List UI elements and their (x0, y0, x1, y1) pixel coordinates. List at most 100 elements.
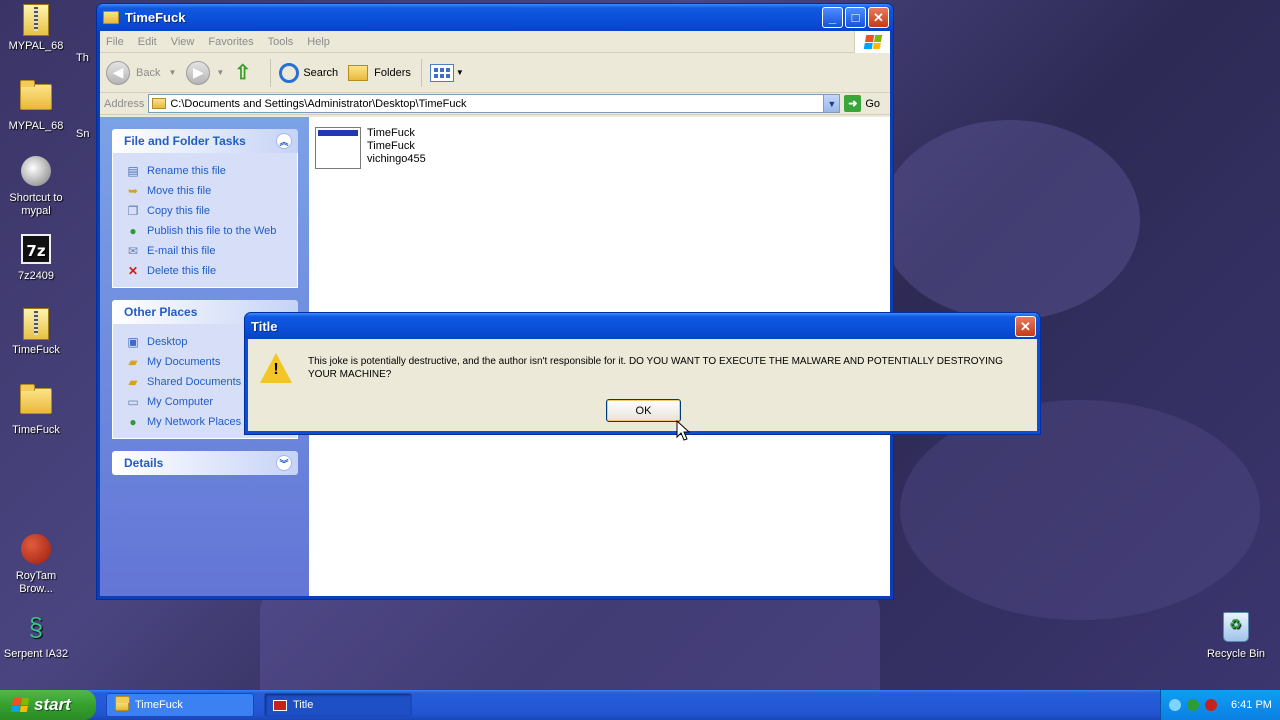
menu-edit[interactable]: Edit (138, 36, 157, 48)
globe-icon: ● (129, 224, 137, 238)
back-arrow-icon: ◀ (106, 60, 130, 85)
task-delete[interactable]: ✕ Delete this file (125, 261, 297, 281)
back-button[interactable]: ◀ Back ▼ (106, 60, 177, 85)
delete-icon: ✕ (127, 264, 139, 278)
folders-button[interactable]: Folders (348, 64, 411, 81)
desktop-icon-7z[interactable]: 7z 7z2409 (0, 234, 72, 283)
folder-icon (20, 384, 52, 414)
address-input[interactable]: C:\Documents and Settings\Administrator\… (148, 94, 841, 113)
rename-icon: ▤ (127, 164, 139, 178)
browser-icon (21, 534, 51, 564)
dialog-titlebar[interactable]: Title ✕ (245, 313, 1040, 339)
task-label: Copy this file (147, 205, 210, 217)
tray-arrow-icon[interactable] (1169, 699, 1181, 711)
task-email[interactable]: ✉ E-mail this file (125, 241, 297, 261)
up-folder-button[interactable]: ⇧ (234, 62, 260, 84)
folder-icon (20, 80, 52, 110)
file-company: vichingo455 (367, 153, 426, 165)
message-dialog: Title ✕ ! This joke is potentially destr… (244, 312, 1041, 435)
dialog-close-button[interactable]: ✕ (1015, 315, 1036, 337)
toolbar-separator (270, 58, 272, 87)
taskbar-item-title[interactable]: Title (264, 693, 412, 717)
folder-icon (152, 98, 167, 109)
collapse-icon[interactable]: ︽ (276, 133, 292, 149)
file-item-timefuck[interactable]: TimeFuck TimeFuck vichingo455 (315, 127, 426, 169)
task-rename[interactable]: ▤ Rename this file (125, 161, 297, 181)
my-documents-icon: ▰ (128, 355, 138, 369)
dialog-title: Title (251, 318, 278, 334)
network-icon: ● (129, 415, 137, 429)
menu-file[interactable]: File (106, 36, 124, 48)
desktop-icon-partial-label[interactable]: Sn (76, 128, 96, 141)
desktop-icon-label: MYPAL_68 (8, 40, 64, 52)
folders-label: Folders (374, 66, 411, 79)
serpent-icon: § (28, 612, 44, 642)
desktop-icon-mypal-zip[interactable]: MYPAL_68 (0, 4, 72, 53)
file-folder-tasks-panel: File and Folder Tasks ︽ ▤ Rename this fil… (112, 129, 298, 288)
search-button[interactable]: Search (279, 62, 339, 83)
chevron-down-icon: ▼ (216, 68, 225, 77)
menu-view[interactable]: View (171, 36, 195, 48)
maximize-button[interactable]: □ (845, 7, 866, 28)
mouse-cursor-icon (676, 420, 691, 441)
tray-network-icon[interactable] (1187, 699, 1199, 711)
windows-logo-icon (10, 698, 30, 712)
go-arrow-icon: ➜ (844, 95, 862, 112)
minimize-button[interactable]: _ (822, 7, 843, 28)
task-move[interactable]: ➥ Move this file (125, 181, 297, 201)
toolbar: ◀ Back ▼ ▶ ▼ ⇧ Search Folders ▼ (100, 53, 890, 93)
desktop-icon-label: RoyTam Brow... (15, 570, 57, 595)
toolbar-separator (420, 58, 422, 87)
desktop-icon-timefuck-zip[interactable]: TimeFuck (0, 308, 72, 357)
menu-help[interactable]: Help (307, 36, 330, 48)
place-label: My Documents (147, 356, 221, 368)
task-copy[interactable]: ❐ Copy this file (125, 201, 297, 221)
place-label: Desktop (147, 336, 188, 348)
panel-header[interactable]: File and Folder Tasks ︽ (112, 129, 298, 153)
ok-button[interactable]: OK (606, 399, 681, 422)
address-dropdown-button[interactable]: ▼ (823, 95, 840, 112)
desktop-icon-recycle-bin[interactable]: Recycle Bin (1200, 612, 1272, 661)
desktop-icon-label: Recycle Bin (1206, 648, 1266, 660)
computer-icon: ▭ (127, 395, 139, 409)
panel-header[interactable]: Details ︾ (112, 451, 298, 475)
app-icon (273, 699, 287, 711)
desktop-icon: ▣ (127, 335, 139, 349)
desktop-icon-timefuck-folder[interactable]: TimeFuck (0, 384, 72, 437)
task-publish[interactable]: ● Publish this file to the Web (125, 221, 297, 241)
desktop-icon-serpent[interactable]: § Serpent IA32 (0, 612, 72, 661)
expand-icon[interactable]: ︾ (276, 455, 292, 471)
mypal-icon (21, 156, 51, 186)
forward-button[interactable]: ▶ ▼ (186, 60, 225, 85)
menu-favorites[interactable]: Favorites (208, 36, 253, 48)
tray-security-icon[interactable] (1205, 699, 1217, 711)
start-button[interactable]: start (0, 690, 96, 720)
views-icon (429, 63, 454, 82)
window-titlebar[interactable]: TimeFuck _ □ ✕ (97, 4, 893, 31)
chevron-down-icon: ▼ (168, 68, 177, 77)
close-button[interactable]: ✕ (868, 7, 889, 28)
copy-icon: ❐ (127, 204, 139, 218)
place-label: My Network Places (147, 416, 242, 428)
desktop-icon-mypal-shortcut[interactable]: Shortcut to mypal (0, 156, 72, 218)
search-icon (279, 62, 300, 83)
clock[interactable]: 6:41 PM (1231, 699, 1272, 711)
search-label: Search (303, 66, 339, 79)
desktop-icon-partial-label[interactable]: Th (76, 52, 96, 65)
task-label: Delete this file (147, 265, 217, 277)
views-button[interactable]: ▼ (429, 63, 464, 82)
go-button[interactable]: ➜ Go (844, 95, 880, 112)
desktop-icon-label: Serpent IA32 (3, 648, 69, 660)
desktop-icon-mypal-folder[interactable]: MYPAL_68 (0, 80, 72, 133)
back-label: Back (136, 66, 161, 79)
desktop-icon-label: 7z2409 (17, 270, 55, 282)
menu-tools[interactable]: Tools (268, 36, 294, 48)
panel-title: Other Places (124, 305, 198, 319)
taskbar-item-timefuck[interactable]: TimeFuck (106, 693, 254, 717)
forward-arrow-icon: ▶ (186, 60, 211, 85)
address-bar: Address C:\Documents and Settings\Admini… (100, 93, 890, 115)
explorer-window: TimeFuck _ □ ✕ File Edit View Favorites … (96, 3, 894, 600)
task-label: E-mail this file (147, 245, 216, 257)
desktop-icon-roytam-browser[interactable]: RoyTam Brow... (0, 534, 72, 596)
email-icon: ✉ (127, 244, 139, 258)
